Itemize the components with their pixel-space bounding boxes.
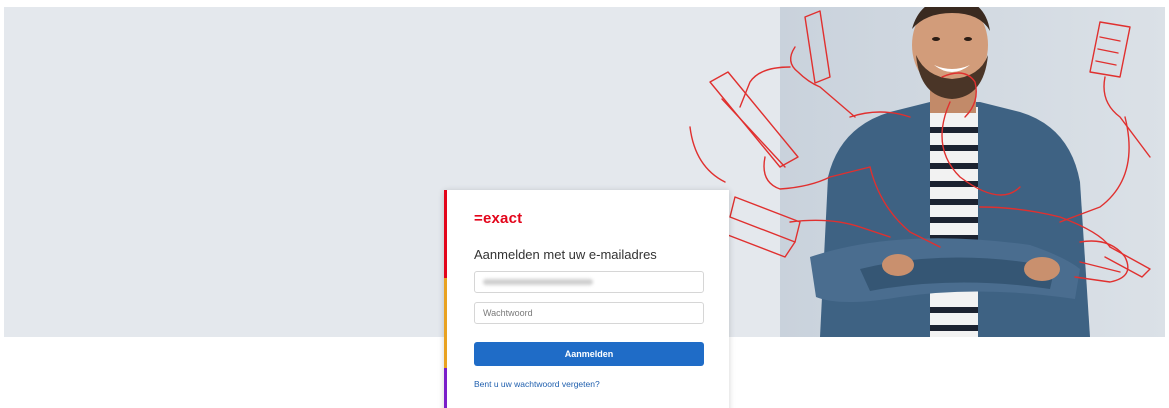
- login-button[interactable]: Aanmelden: [474, 342, 704, 366]
- login-card: =exact Aanmelden met uw e-mailadres Aanm…: [444, 190, 729, 408]
- login-title: Aanmelden met uw e-mailadres: [474, 247, 657, 262]
- hero-photo: [780, 7, 1165, 337]
- login-page: =exact Aanmelden met uw e-mailadres Aanm…: [0, 0, 1169, 408]
- brand-color-stripe: [444, 190, 447, 408]
- smiling-man-illustration: [780, 7, 1165, 337]
- exact-logo: =exact: [474, 210, 523, 227]
- forgot-password-link[interactable]: Bent u uw wachtwoord vergeten?: [474, 379, 600, 389]
- obscured-email-value: [483, 279, 593, 285]
- password-field[interactable]: [474, 302, 704, 324]
- email-field[interactable]: [474, 271, 704, 293]
